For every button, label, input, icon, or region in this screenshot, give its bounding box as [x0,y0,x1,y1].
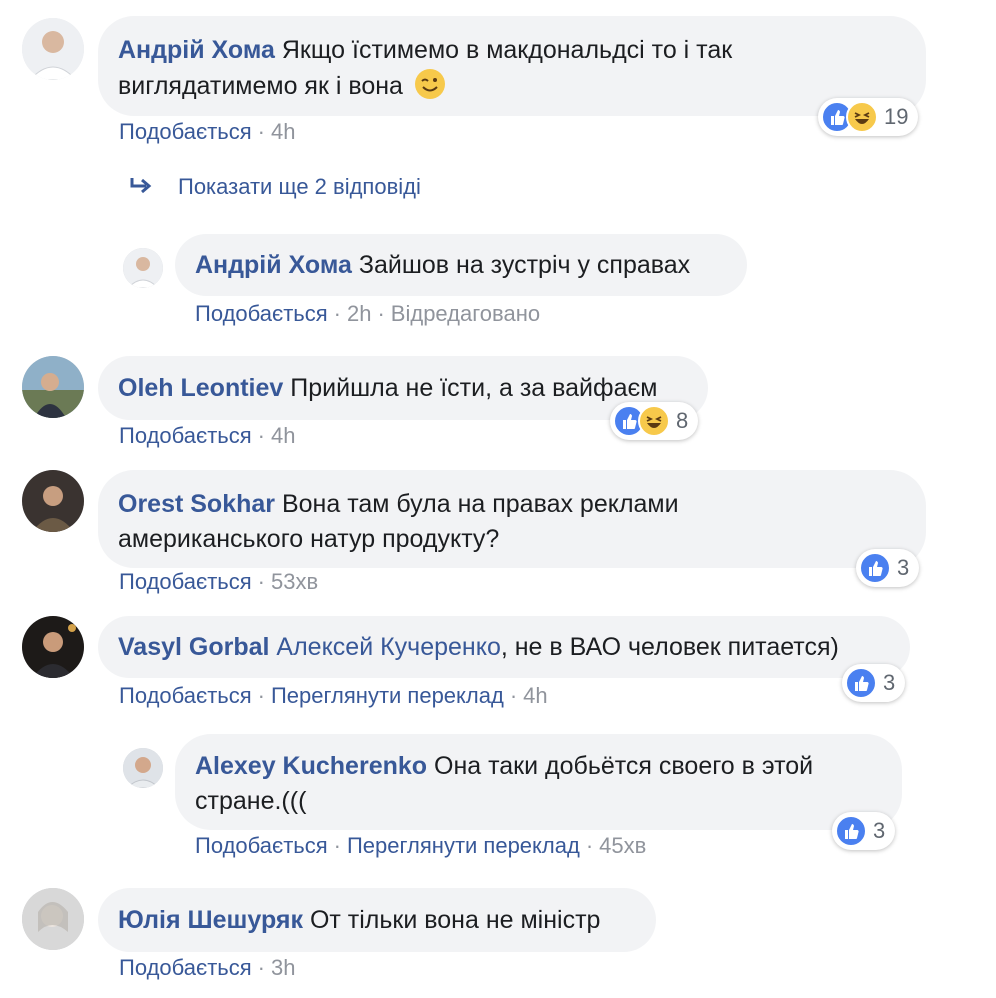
comment-author[interactable]: Oleh Leontiev [118,374,283,402]
reactions-summary[interactable]: 3 [842,664,906,702]
avatar[interactable] [22,18,84,80]
like-link[interactable]: Подобається [119,683,252,708]
avatar[interactable] [22,356,84,418]
timestamp[interactable]: 4h [271,119,295,144]
comment-author[interactable]: Orest Sokhar [118,490,275,518]
mention-link[interactable]: Алексей Кучеренко [276,633,500,661]
see-translation-link[interactable]: Переглянути переклад [347,833,580,858]
like-link[interactable]: Подобається [119,423,252,448]
see-translation-link[interactable]: Переглянути переклад [271,683,504,708]
reactions-summary[interactable]: 19 [818,98,919,136]
comment-bubble: Vasyl Gorbal Алексей Кучеренко, не в ВАО… [98,616,910,678]
comment-meta: Подобається · Переглянути переклад · 4h [119,682,548,710]
comment-bubble: Alexey Kucherenko Она таки добьётся свое… [175,734,902,830]
separator-dot: · [257,569,265,594]
like-link[interactable]: Подобається [119,955,252,980]
comment-meta: Подобається · 4h [119,118,295,146]
separator-dot: · [257,119,265,144]
comment-text-line2: американського натур продукту? [118,525,500,553]
haha-icon [638,405,670,437]
like-icon [835,815,867,847]
reaction-count: 3 [897,555,910,580]
comment-text: Прийшла не їсти, а за вайфаєм [290,374,658,402]
like-link[interactable]: Подобається [195,833,328,858]
show-more-replies[interactable]: Показати ще 2 відповіді [128,174,421,200]
separator-dot: · [257,423,265,448]
avatar[interactable] [123,248,163,288]
comment-text: Она таки добьётся своего в этой [434,752,814,780]
timestamp[interactable]: 53хв [271,569,318,594]
haha-icon [846,101,878,133]
reactions-summary[interactable]: 8 [610,402,699,440]
avatar[interactable] [22,470,84,532]
timestamp[interactable]: 4h [523,683,547,708]
wink-emoji-icon [414,68,446,100]
separator-dot: · [585,833,594,858]
reactions-summary[interactable]: 3 [832,812,896,850]
comment-author[interactable]: Андрій Хома [118,36,275,64]
show-more-label[interactable]: Показати ще 2 відповіді [178,174,421,200]
comment-text: Вона там була на правах реклами [281,490,679,518]
like-link[interactable]: Подобається [119,569,252,594]
reply-arrow-icon [130,178,152,194]
reaction-count: 19 [884,104,909,129]
timestamp[interactable]: 3h [271,955,295,980]
comment-bubble: Юлія Шешуряк От тільки вона не міністр [98,888,656,952]
comment-author[interactable]: Alexey Kucherenko [195,752,427,780]
comment-author[interactable]: Юлія Шешуряк [118,906,303,934]
separator-dot: · [257,955,265,980]
comment-meta: Подобається · 3h [119,954,295,982]
comment-text: От тільки вона не міністр [309,906,601,934]
comment-text: Зайшов на зустріч у справах [358,251,691,279]
reactions-summary[interactable]: 3 [856,549,920,587]
separator-dot: · [257,683,265,708]
like-link[interactable]: Подобається [195,301,328,326]
timestamp[interactable]: 45хв [599,833,646,858]
comment-meta: Подобається · 4h [119,422,295,450]
comment-text: , не в ВАО человек питается) [500,633,839,661]
comment-bubble: Orest Sokhar Вона там була на правах рек… [98,470,926,568]
edited-label[interactable]: Відредаговано [391,301,540,326]
like-icon [859,552,891,584]
reaction-count: 8 [676,408,689,433]
comment-text-line2: стране.((( [195,787,307,815]
comment-bubble: Андрій Хома Якщо їстимемо в макдональдсі… [98,16,926,116]
separator-dot: · [333,301,341,326]
comment-text: Якщо їстимемо в макдональдсі то і так [281,36,733,64]
separator-dot: · [333,833,341,858]
comment-meta: Подобається · Переглянути переклад · 45хв [195,832,646,860]
avatar[interactable] [22,616,84,678]
separator-dot: · [509,683,518,708]
separator-dot: · [377,301,385,326]
comment-bubble: Андрій Хома Зайшов на зустріч у справах [175,234,747,296]
comment-text-line2: виглядатимемо як і вона [118,72,403,100]
reaction-count: 3 [873,818,886,843]
like-link[interactable]: Подобається [119,119,252,144]
like-icon [845,667,877,699]
avatar[interactable] [123,748,163,788]
comment-meta: Подобається · 2h · Відредаговано [195,300,540,328]
timestamp[interactable]: 2h [347,301,371,326]
reaction-count: 3 [883,670,896,695]
comment-author[interactable]: Андрій Хома [195,251,352,279]
comment-meta: Подобається · 53хв [119,568,318,596]
timestamp[interactable]: 4h [271,423,295,448]
avatar[interactable] [22,888,84,950]
comment-author[interactable]: Vasyl Gorbal [118,633,269,661]
